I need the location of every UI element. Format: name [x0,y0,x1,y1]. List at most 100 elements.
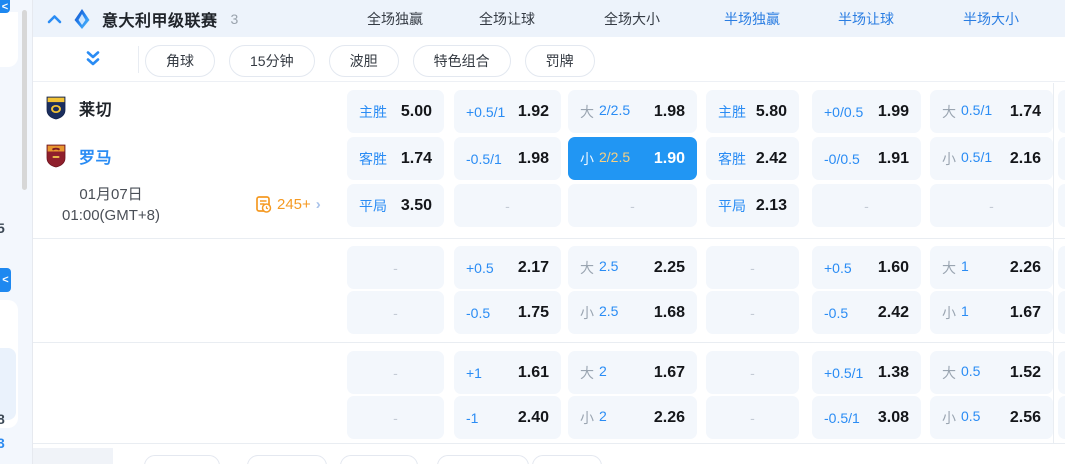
odds-cell[interactable]: -0.5 2.42 [812,291,921,334]
collapse-left-icon[interactable]: < [0,0,10,13]
next-section-tab-fragment-3[interactable] [340,455,418,464]
odds-label: +0.5 [466,259,494,276]
collapse-chevron-up-icon[interactable] [47,14,62,24]
odds-label: 小 0.5 [942,407,981,426]
odds-cell[interactable]: 小 1 1.67 [930,291,1053,334]
column-header-4[interactable]: 半场独赢 [692,9,812,29]
market-tab-2[interactable]: 15分钟 [229,45,315,77]
odds-cell-clipped [1058,396,1065,439]
match-date: 01月07日 [79,186,143,203]
odds-cell-empty: - [706,246,799,289]
odds-cell-empty: - [706,351,799,394]
odds-value: 1.98 [653,102,685,120]
odds-cell[interactable]: 主胜 5.80 [706,90,799,133]
away-team-badge [46,144,66,168]
odds-value: 1.90 [653,149,685,167]
odds-cell[interactable]: 大 2.5 2.25 [568,246,697,289]
odds-cell[interactable]: 大 2 1.67 [568,351,697,394]
more-markets-link[interactable]: 245+ › [255,196,321,213]
away-team-row[interactable]: 罗马 [46,144,112,168]
empty-odds-dash: - [393,259,398,276]
next-section-tab-fragment-5[interactable] [532,455,602,464]
empty-odds-dash: - [750,304,755,321]
odds-cell[interactable]: +1 1.61 [454,351,561,394]
odds-value: 1.61 [517,363,549,381]
odds-cell[interactable]: +0.5/1 1.92 [454,90,561,133]
odds-cell-empty: - [454,184,561,227]
odds-label: -0.5/1 [466,150,502,167]
home-team-row[interactable]: 莱切 [46,96,112,120]
odds-value: 2.40 [517,408,549,426]
odds-cell[interactable]: 小 2 2.26 [568,396,697,439]
market-tab-4[interactable]: 特色组合 [412,45,511,77]
odds-cell[interactable]: +0/0.5 1.99 [812,90,921,133]
odds-cell[interactable]: 平局 2.13 [706,184,799,227]
empty-odds-dash: - [750,259,755,276]
next-section-tab-fragment-4[interactable] [437,455,529,464]
column-header-1[interactable]: 全场独赢 [335,9,455,29]
odds-cell[interactable]: 主胜 5.00 [347,90,444,133]
column-header-2[interactable]: 全场让球 [447,9,567,29]
odds-cell[interactable]: -0.5/1 1.98 [454,137,561,180]
collapse-left-icon[interactable]: < [0,268,11,292]
odds-label: -0.5 [466,304,491,321]
odds-cell-empty: - [347,291,444,334]
column-header-5[interactable]: 半场让球 [806,9,926,29]
odds-cell[interactable]: 小 0.5/1 2.16 [930,137,1053,180]
column-header-3[interactable]: 全场大小 [572,9,692,29]
group-separator [33,238,1065,239]
column-header-6[interactable]: 半场大小 [931,9,1051,29]
odds-label: 客胜 [718,150,746,167]
odds-cell[interactable]: -0/0.5 1.91 [812,137,921,180]
odds-label: 大 2/2.5 [580,101,631,120]
odds-cell[interactable]: 大 1 2.26 [930,246,1053,289]
odds-value: 1.75 [517,303,549,321]
serie-a-logo-icon [73,8,91,30]
odds-cell[interactable]: +0.5/1 1.38 [812,351,921,394]
scrollbar-thumb[interactable] [22,10,27,190]
odds-label: -0/0.5 [824,150,860,167]
odds-cell[interactable]: 大 2/2.5 1.98 [568,90,697,133]
odds-cell[interactable]: +0.5 1.60 [812,246,921,289]
odds-label: 主胜 [359,103,387,120]
odds-value: 2.17 [517,258,549,276]
odds-cell-clipped [1058,184,1065,227]
odds-cell[interactable]: -0.5/1 3.08 [812,396,921,439]
odds-cell[interactable]: 平局 3.50 [347,184,444,227]
empty-odds-dash: - [393,304,398,321]
odds-label: 小 2.5 [580,302,619,321]
market-tab-5[interactable]: 罚牌 [524,45,595,77]
odds-value: 2.42 [755,149,787,167]
odds-value: 5.80 [755,102,787,120]
odds-cell[interactable]: 小 2/2.5 1.90 [568,137,697,180]
market-tab-3[interactable]: 波胆 [328,45,399,77]
odds-label: 小2 [580,407,607,426]
odds-cell[interactable]: 客胜 1.74 [347,137,444,180]
odds-label: +0/0.5 [824,103,864,120]
betting-odds-screen: < 5 < 8 3 意大利甲级联赛 3 全场独赢 全场让球 全场大小 半场独赢 … [0,0,1065,464]
odds-value: 1.74 [400,149,432,167]
odds-cell[interactable]: -0.5 1.75 [454,291,561,334]
empty-odds-dash: - [750,409,755,426]
odds-cell[interactable]: 小 0.5 2.56 [930,396,1053,439]
match-datetime: 01月07日 01:00(GMT+8) [35,184,187,226]
odds-cell[interactable]: -1 2.40 [454,396,561,439]
odds-cell[interactable]: +0.5 2.17 [454,246,561,289]
odds-cell[interactable]: 小 2.5 1.68 [568,291,697,334]
odds-cell[interactable]: 大 0.5/1 1.74 [930,90,1053,133]
league-title: 意大利甲级联赛 [102,12,218,30]
odds-cell[interactable]: 大 0.5 1.52 [930,351,1053,394]
next-section-tab-fragment-1[interactable] [144,455,220,464]
expand-double-chevron-icon[interactable] [85,50,101,73]
sidebar-text-fragment: 3 [0,435,5,451]
more-markets-count: 245+ [277,196,311,213]
odds-label: 大2 [580,362,607,381]
odds-cell[interactable]: 客胜 2.42 [706,137,799,180]
odds-label: -0.5 [824,304,849,321]
odds-value: 2.13 [755,196,787,214]
next-section-header-fragment [33,448,113,464]
market-tab-1[interactable]: 角球 [145,45,215,77]
next-section-tab-fragment-2[interactable] [247,455,327,464]
odds-value: 2.26 [1009,258,1041,276]
odds-cell-clipped [1058,90,1065,133]
